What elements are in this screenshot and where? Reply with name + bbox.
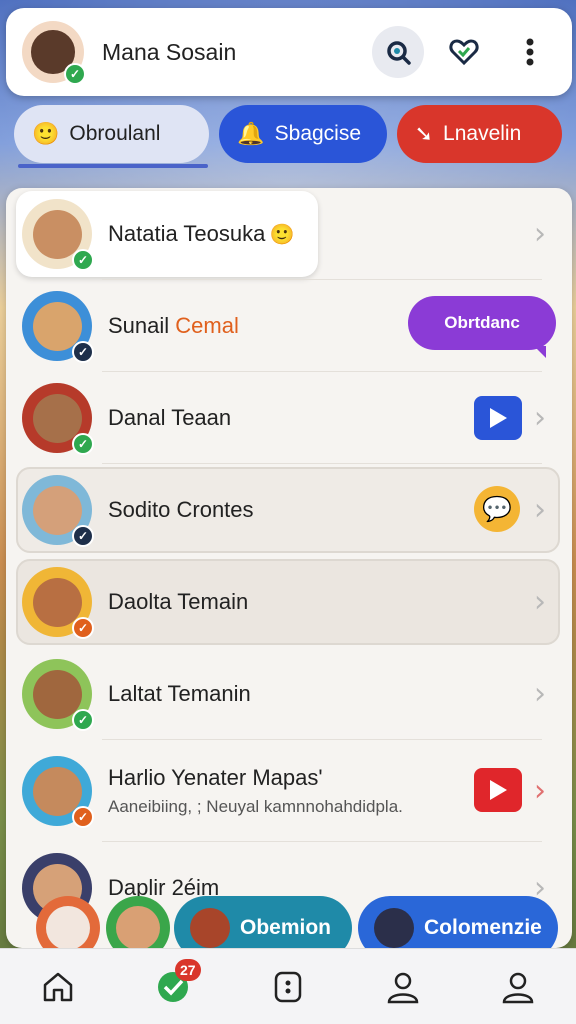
account-icon	[503, 972, 534, 1003]
online-badge-icon: ✓	[72, 249, 94, 271]
arrow-icon: ➘	[414, 121, 434, 146]
search-icon	[387, 41, 411, 65]
chevron-right-icon: ›	[534, 400, 546, 436]
video-button[interactable]	[474, 768, 522, 812]
contact-name: Daolta Temain	[108, 589, 249, 614]
active-tab-indicator	[18, 164, 208, 168]
bell-icon: 🔔	[237, 121, 265, 146]
favorites-button[interactable]	[438, 26, 490, 78]
online-badge-icon: ✓	[72, 709, 94, 731]
contact-row[interactable]: ✓ Natatia Teosuka 🙂 ›	[6, 188, 572, 280]
contact-row[interactable]: ✓ Harlio Yenater Mapas' Aaneibiing, ; Ne…	[6, 740, 572, 842]
profile-icon	[387, 972, 419, 1003]
contact-name: Natatia Teosuka	[108, 221, 266, 246]
contact-row[interactable]: ✓ Sunail Cemal Obrtdanc	[6, 280, 572, 372]
play-icon	[490, 408, 507, 428]
contact-avatar: ✓	[22, 383, 94, 455]
contact-row[interactable]: ✓ Sodito Crontes 💬 ›	[6, 464, 572, 556]
verified-badge-icon: ✓	[72, 341, 94, 363]
heart-icon	[449, 39, 479, 66]
chevron-right-icon: ›	[534, 584, 546, 620]
nav-lock[interactable]	[258, 957, 318, 1017]
play-icon	[490, 780, 507, 800]
home-icon	[43, 972, 72, 1001]
tab-sbagcise[interactable]: 🔔 Sbagcise	[219, 105, 387, 163]
contact-avatar: ✓	[22, 567, 94, 639]
tab-label: Sbagcise	[274, 122, 362, 145]
nav-chat[interactable]: 27	[143, 957, 203, 1017]
contact-name: Danal Teaan	[108, 405, 232, 430]
away-badge-icon: ✓	[72, 806, 94, 828]
user-name: Mana Sosain	[102, 38, 237, 65]
tab-label: Obroulanl	[69, 122, 161, 145]
lock-icon	[274, 971, 302, 1002]
contact-name: Sodito Crontes	[108, 497, 254, 522]
message-bubble[interactable]: Obrtdanc	[408, 296, 556, 358]
contact-name: Laltat Temanin	[108, 681, 251, 706]
top-bar: ✓ Mana Sosain	[6, 8, 572, 96]
nav-account[interactable]	[488, 957, 548, 1017]
pill-avatar	[190, 908, 230, 948]
notification-badge: 27	[174, 958, 201, 981]
chevron-right-icon: ›	[534, 676, 546, 712]
more-icon	[526, 38, 534, 66]
reaction-emoji-icon[interactable]: 💬	[474, 486, 520, 532]
contact-list: ✓ Natatia Teosuka 🙂 › ✓ Sunail Cemal Obr…	[6, 188, 572, 948]
tab-label: Lnavelin	[443, 122, 522, 145]
contact-row[interactable]: ✓ Danal Teaan ›	[6, 372, 572, 464]
more-button[interactable]	[504, 26, 556, 78]
contact-avatar: ✓	[22, 756, 94, 828]
contact-row[interactable]: ✓ Daolta Temain ›	[6, 556, 572, 648]
action-label: Obemion	[240, 916, 332, 939]
contact-avatar: ✓	[22, 659, 94, 731]
contact-name-first: Sunail	[108, 313, 176, 338]
contact-avatar: ✓	[22, 291, 94, 363]
away-badge-icon: ✓	[72, 617, 94, 639]
contact-avatar: ✓	[22, 199, 94, 271]
tab-obroulanl[interactable]: 🙂 Obroulanl	[14, 105, 210, 163]
person-emoji-icon: 🙂	[32, 121, 60, 146]
filter-tabs: 🙂 Obroulanl 🔔 Sbagcise ➘ Lnavelin	[14, 100, 562, 168]
tab-lnavelin[interactable]: ➘ Lnavelin	[396, 105, 562, 163]
action-label: Colomenzie	[424, 916, 542, 939]
emoji-icon: 🙂	[269, 224, 295, 246]
nav-home[interactable]	[28, 957, 88, 1017]
chevron-right-icon: ›	[534, 216, 546, 252]
contact-name-highlight: Cemal	[175, 313, 239, 338]
chevron-right-icon: ›	[534, 492, 546, 528]
bottom-navigation: 27	[0, 948, 576, 1024]
verified-badge-icon: ✓	[72, 525, 94, 547]
search-button[interactable]	[372, 26, 424, 78]
online-badge-icon: ✓	[72, 433, 94, 455]
user-avatar[interactable]: ✓	[22, 21, 86, 85]
pill-avatar	[374, 908, 414, 948]
online-badge-icon: ✓	[64, 63, 86, 85]
video-button[interactable]	[474, 396, 522, 440]
chevron-right-icon: ›	[534, 773, 546, 809]
contact-avatar: ✓	[22, 475, 94, 547]
nav-profile[interactable]	[373, 957, 433, 1017]
contact-row[interactable]: ✓ Laltat Temanin ›	[6, 648, 572, 740]
